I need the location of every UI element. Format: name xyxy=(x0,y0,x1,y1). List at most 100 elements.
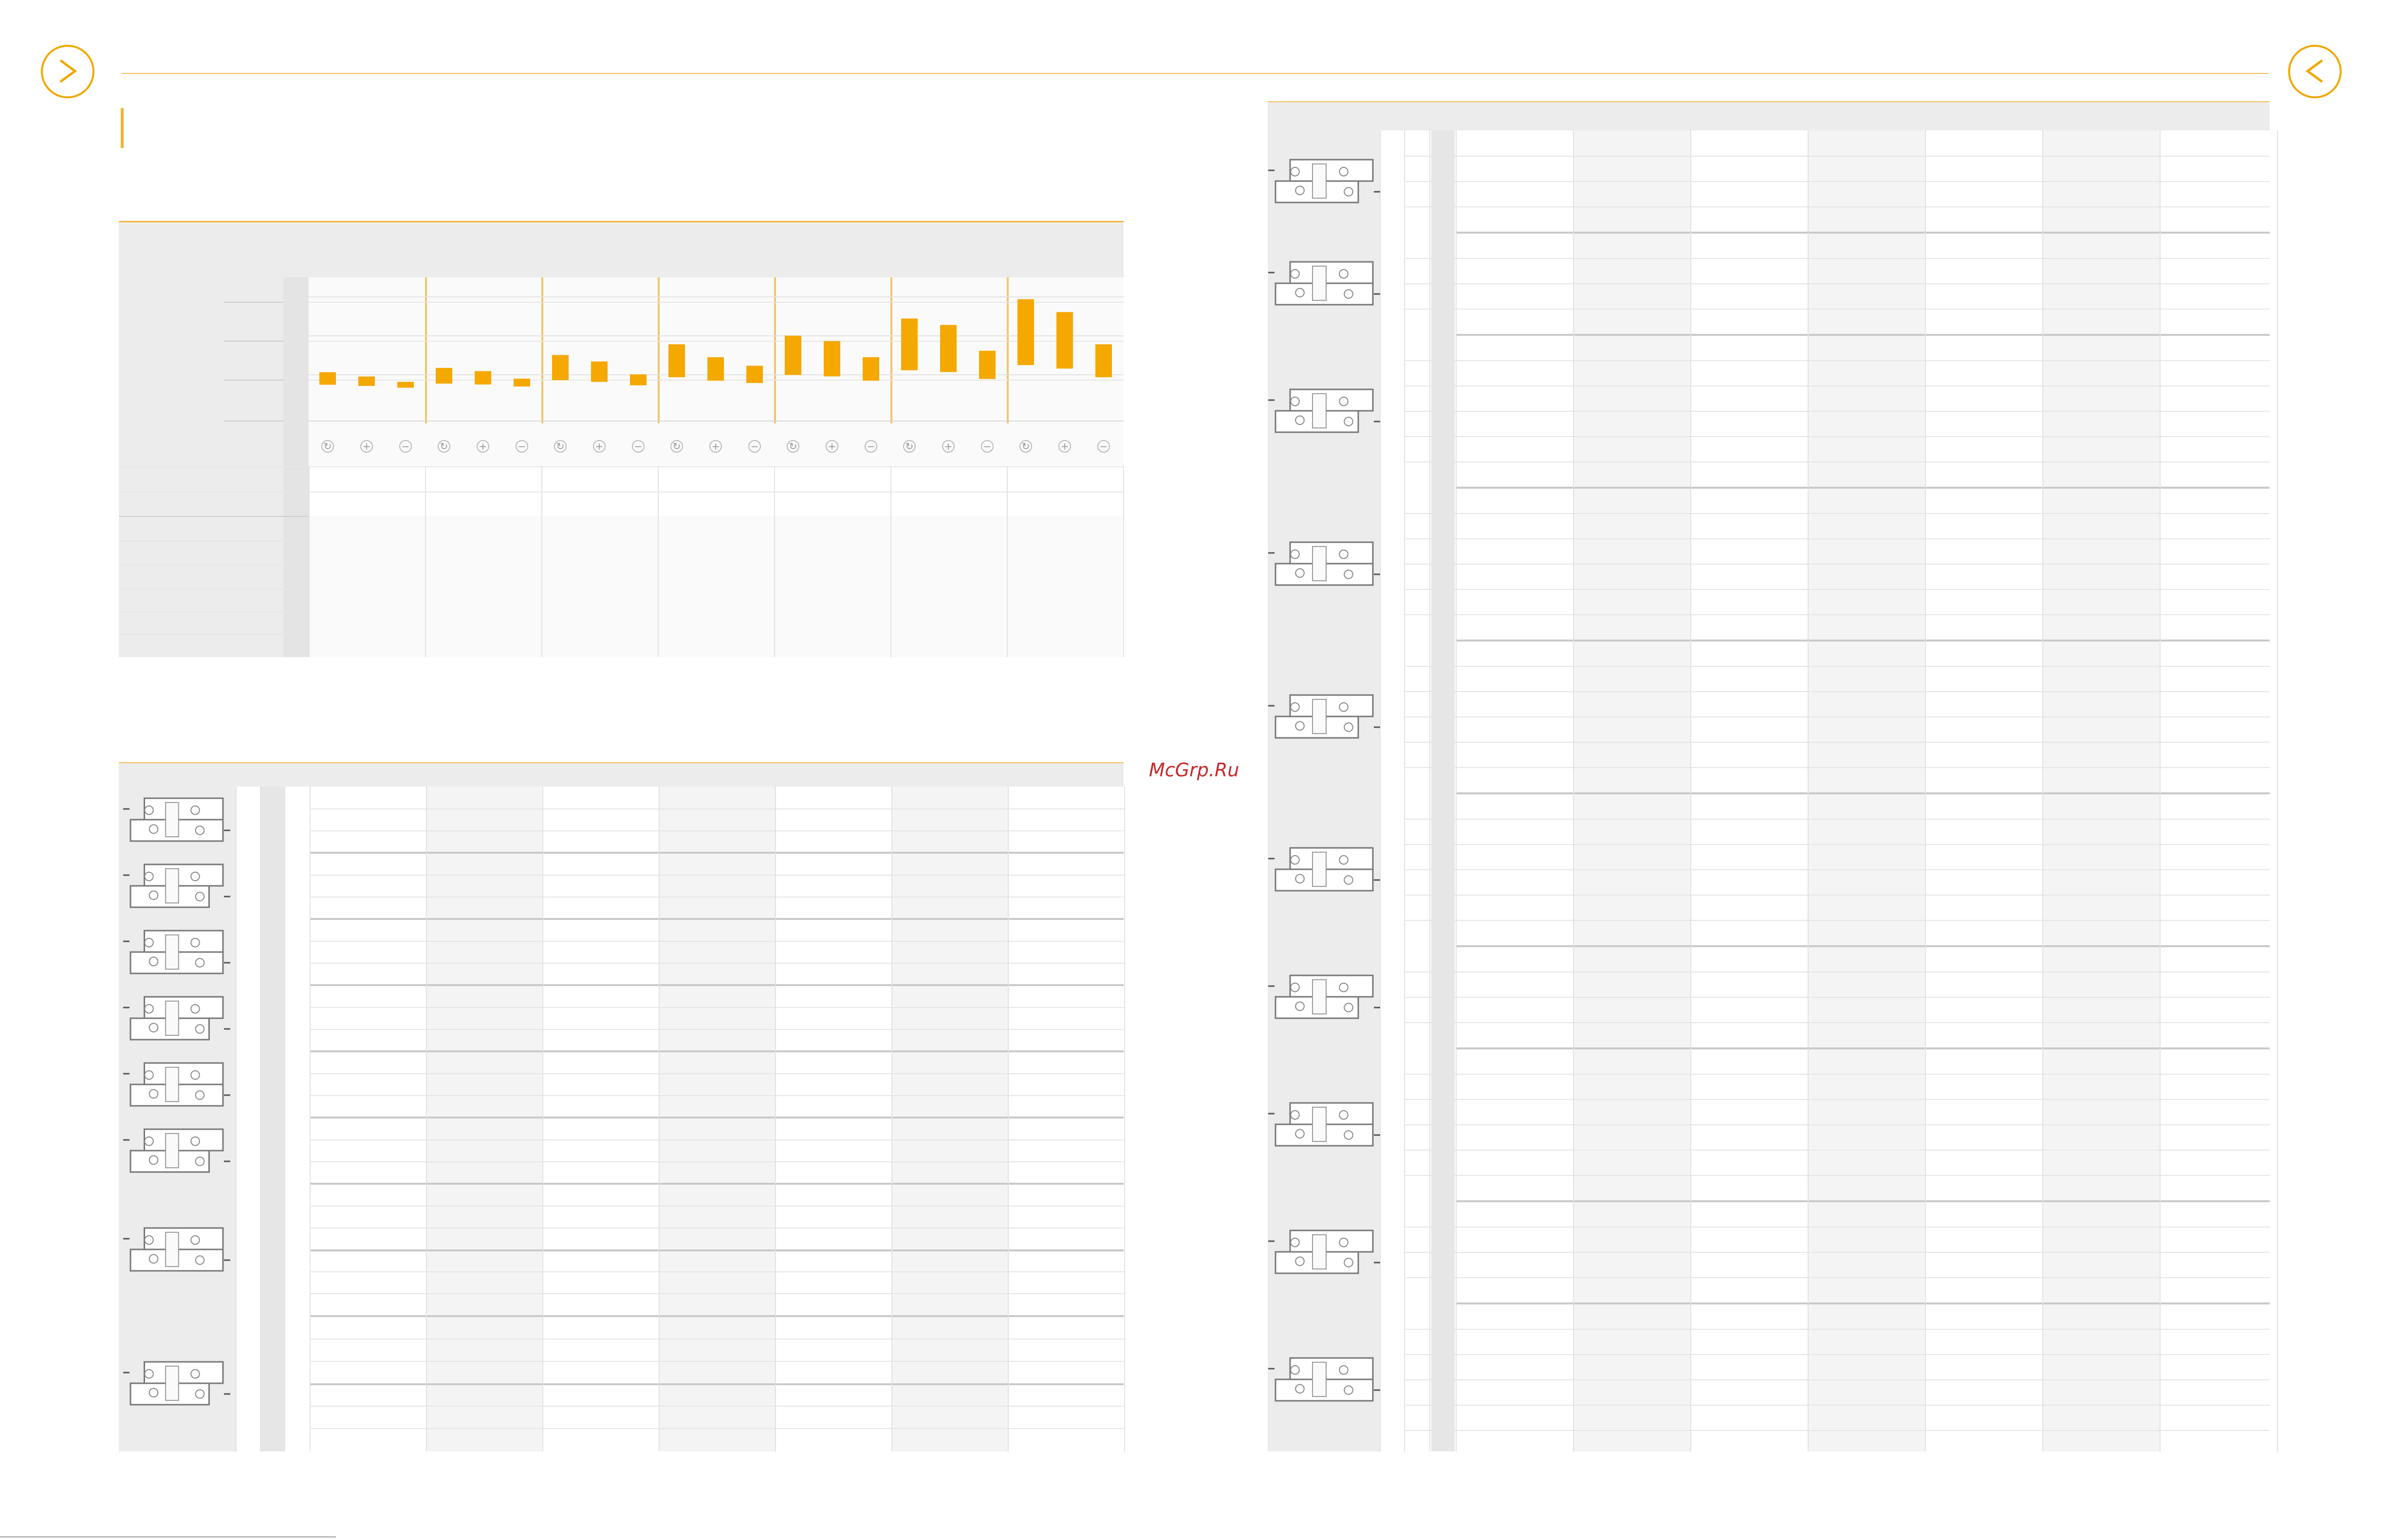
table-row xyxy=(1404,1022,2270,1023)
table-row xyxy=(310,1029,1124,1030)
table-row xyxy=(310,1161,1124,1162)
chart-bar xyxy=(591,361,608,382)
table-row xyxy=(1404,564,2270,565)
plus-icon: + xyxy=(709,440,722,453)
column-shade xyxy=(427,787,542,1451)
chart-bar xyxy=(630,374,647,385)
group-separator xyxy=(310,1117,1124,1118)
plus-icon: + xyxy=(826,440,838,453)
chart-bar xyxy=(746,366,763,383)
column-divider xyxy=(890,466,891,657)
column-divider xyxy=(426,787,427,1451)
plus-icon: + xyxy=(477,440,489,453)
group-separator xyxy=(310,1050,1124,1052)
cycle-icon: ↻ xyxy=(1019,440,1032,453)
table-row xyxy=(1404,1150,2270,1151)
table-row xyxy=(310,808,1124,809)
chart-bar xyxy=(1017,299,1034,366)
unit-schematic xyxy=(1268,1357,1380,1402)
group-separator xyxy=(1456,945,2270,947)
table-row xyxy=(1404,513,2270,514)
footer-rule xyxy=(0,1536,336,1538)
table-row xyxy=(310,897,1124,898)
plus-icon: + xyxy=(1058,440,1071,453)
group-separator xyxy=(1456,1047,2270,1049)
table-row xyxy=(1404,436,2270,437)
unit-schematic xyxy=(1268,1102,1380,1147)
chart-bar xyxy=(940,325,957,372)
group-separator xyxy=(310,1183,1124,1185)
column-divider xyxy=(310,787,311,1451)
column-divider xyxy=(1690,130,1691,1451)
column-divider xyxy=(1124,787,1125,1451)
chart-bar xyxy=(863,357,879,381)
group-separator xyxy=(1456,487,2270,489)
group-separator xyxy=(1456,1200,2270,1202)
table-row xyxy=(310,1007,1124,1008)
chevron-left-icon[interactable] xyxy=(2288,45,2342,98)
table-row xyxy=(1404,1379,2270,1380)
table-row xyxy=(1404,156,2270,157)
chart-bar xyxy=(514,378,530,387)
unit-schematic xyxy=(123,797,230,842)
header-rule xyxy=(122,73,2269,74)
unit-schematic xyxy=(123,863,230,908)
column-shade xyxy=(2043,130,2160,1451)
column-divider xyxy=(425,466,426,657)
unit-schematic xyxy=(1268,261,1380,306)
unit-schematic xyxy=(123,1227,230,1272)
plus-icon: + xyxy=(360,440,373,453)
table-row xyxy=(1404,819,2270,820)
table-row xyxy=(1404,411,2270,412)
table-row xyxy=(1404,742,2270,743)
cycle-icon: ↻ xyxy=(787,440,799,453)
cycle-icon: ↻ xyxy=(903,440,916,453)
table-row xyxy=(1404,1430,2270,1431)
minus-icon: − xyxy=(632,440,645,453)
table-row xyxy=(1404,1329,2270,1330)
column-divider xyxy=(1925,130,1926,1451)
table-row xyxy=(310,1073,1124,1074)
minus-icon: − xyxy=(981,440,994,453)
chart-bar xyxy=(436,367,452,384)
table-row xyxy=(310,1095,1124,1096)
cycle-icon: ↻ xyxy=(670,440,683,453)
table-row xyxy=(1404,869,2270,870)
table-row xyxy=(1404,844,2270,845)
table-row xyxy=(1404,385,2270,386)
chart-bar xyxy=(397,382,414,388)
table-row xyxy=(1404,360,2270,361)
column-divider xyxy=(1008,787,1009,1451)
table-row xyxy=(1404,895,2270,896)
chart-bar xyxy=(358,376,375,386)
column-divider xyxy=(1123,466,1124,657)
table-row xyxy=(1404,1405,2270,1406)
chart-bar xyxy=(785,335,801,375)
column-divider xyxy=(542,787,543,1451)
table-row xyxy=(1404,1354,2270,1355)
table-row xyxy=(1404,614,2270,615)
table-row xyxy=(1404,1074,2270,1075)
group-separator xyxy=(310,852,1124,854)
column-divider xyxy=(2042,130,2043,1451)
table-row xyxy=(1404,691,2270,692)
group-separator xyxy=(1456,640,2270,642)
column-divider xyxy=(541,466,542,657)
table-row xyxy=(310,875,1124,876)
column-divider xyxy=(891,787,892,1451)
column-shade xyxy=(1574,130,1690,1451)
chevron-right-icon[interactable] xyxy=(41,45,94,98)
group-separator xyxy=(1456,1302,2270,1304)
table-row xyxy=(1404,1277,2270,1278)
unit-schematic xyxy=(1268,974,1380,1019)
group-separator xyxy=(1456,334,2270,336)
table-row xyxy=(310,963,1124,964)
table-row xyxy=(1404,258,2270,259)
unit-schematic xyxy=(1268,541,1380,586)
group-separator xyxy=(1456,232,2270,234)
chart-bar xyxy=(979,350,996,379)
table-row xyxy=(1404,1124,2270,1125)
table-row xyxy=(310,1139,1124,1140)
table-row xyxy=(310,1383,1124,1385)
chart-bar xyxy=(475,371,491,385)
